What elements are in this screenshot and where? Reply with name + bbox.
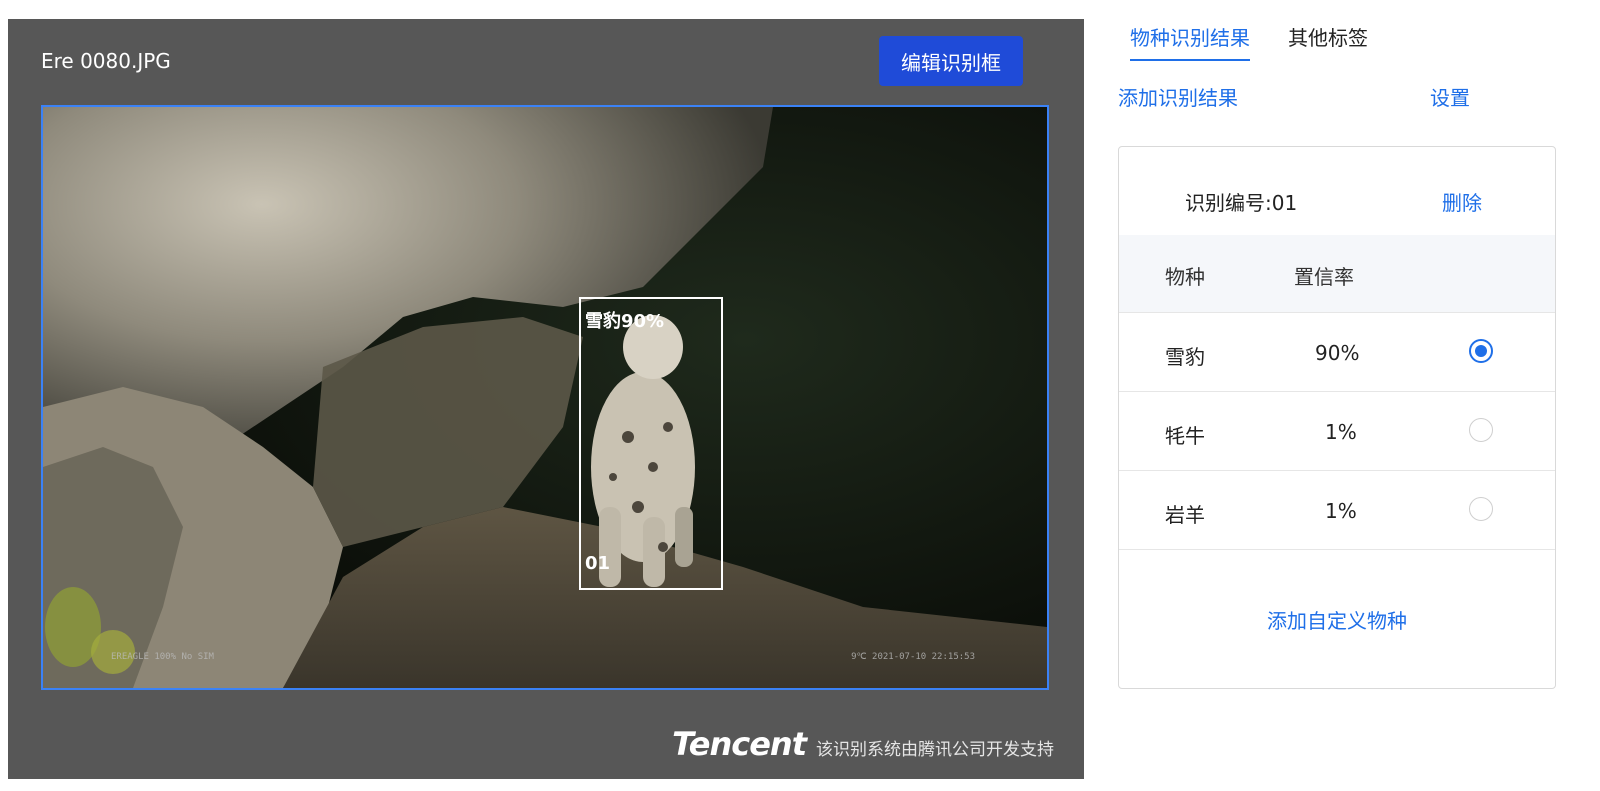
add-result-link[interactable]: 添加识别结果 <box>1118 82 1238 111</box>
detection-bounding-box[interactable]: 雪豹90% 01 <box>579 297 723 590</box>
select-radio[interactable] <box>1469 418 1493 442</box>
tab-other-labels[interactable]: 其他标签 <box>1288 22 1368 61</box>
result-card: 识别编号:01 删除 物种 置信率 雪豹 90% 牦牛 1% 岩羊 1% 添加自… <box>1118 146 1556 689</box>
camera-stamp-left: EREAGLE 100% No SIM <box>111 652 214 662</box>
settings-link[interactable]: 设置 <box>1430 82 1470 111</box>
confidence-value: 1% <box>1325 499 1357 523</box>
species-name: 雪豹 <box>1165 345 1205 369</box>
select-radio-selected[interactable] <box>1469 339 1493 363</box>
column-confidence: 置信率 <box>1294 265 1354 289</box>
species-name: 岩羊 <box>1165 503 1205 527</box>
image-viewer-panel: Ere 0080.JPG 编辑识别框 雪豹90% 01 EREAGLE 100%… <box>8 19 1084 779</box>
photo-illustration <box>43 107 1047 688</box>
result-tabs: 物种识别结果 其他标签 <box>1130 22 1368 61</box>
tencent-logo: Tencent <box>672 725 807 763</box>
brand-note: 该识别系统由腾讯公司开发支持 <box>816 740 1054 760</box>
record-id: 识别编号:01 <box>1185 191 1298 215</box>
tab-species-results[interactable]: 物种识别结果 <box>1130 22 1250 61</box>
table-header: 物种 置信率 <box>1119 235 1555 313</box>
add-custom-species-link[interactable]: 添加自定义物种 <box>1119 605 1555 634</box>
species-name: 牦牛 <box>1165 424 1205 448</box>
table-row[interactable]: 雪豹 90% <box>1119 313 1555 392</box>
edit-detection-box-button[interactable]: 编辑识别框 <box>879 36 1023 86</box>
detection-label: 雪豹90% <box>585 311 665 332</box>
table-row[interactable]: 牦牛 1% <box>1119 392 1555 471</box>
confidence-value: 90% <box>1315 341 1360 365</box>
delete-link[interactable]: 删除 <box>1442 187 1482 216</box>
card-header: 识别编号:01 删除 <box>1119 147 1555 235</box>
column-species: 物种 <box>1165 265 1205 289</box>
camera-stamp-right: 9℃ 2021-07-10 22:15:53 <box>851 652 975 662</box>
camera-trap-photo[interactable]: 雪豹90% 01 EREAGLE 100% No SIM 9℃ 2021-07-… <box>41 105 1049 690</box>
confidence-value: 1% <box>1325 420 1357 444</box>
select-radio[interactable] <box>1469 497 1493 521</box>
detection-id: 01 <box>585 553 611 574</box>
brand-footer: Tencent 该识别系统由腾讯公司开发支持 <box>672 725 1054 763</box>
filename-title: Ere 0080.JPG <box>41 49 171 73</box>
table-row[interactable]: 岩羊 1% <box>1119 471 1555 550</box>
